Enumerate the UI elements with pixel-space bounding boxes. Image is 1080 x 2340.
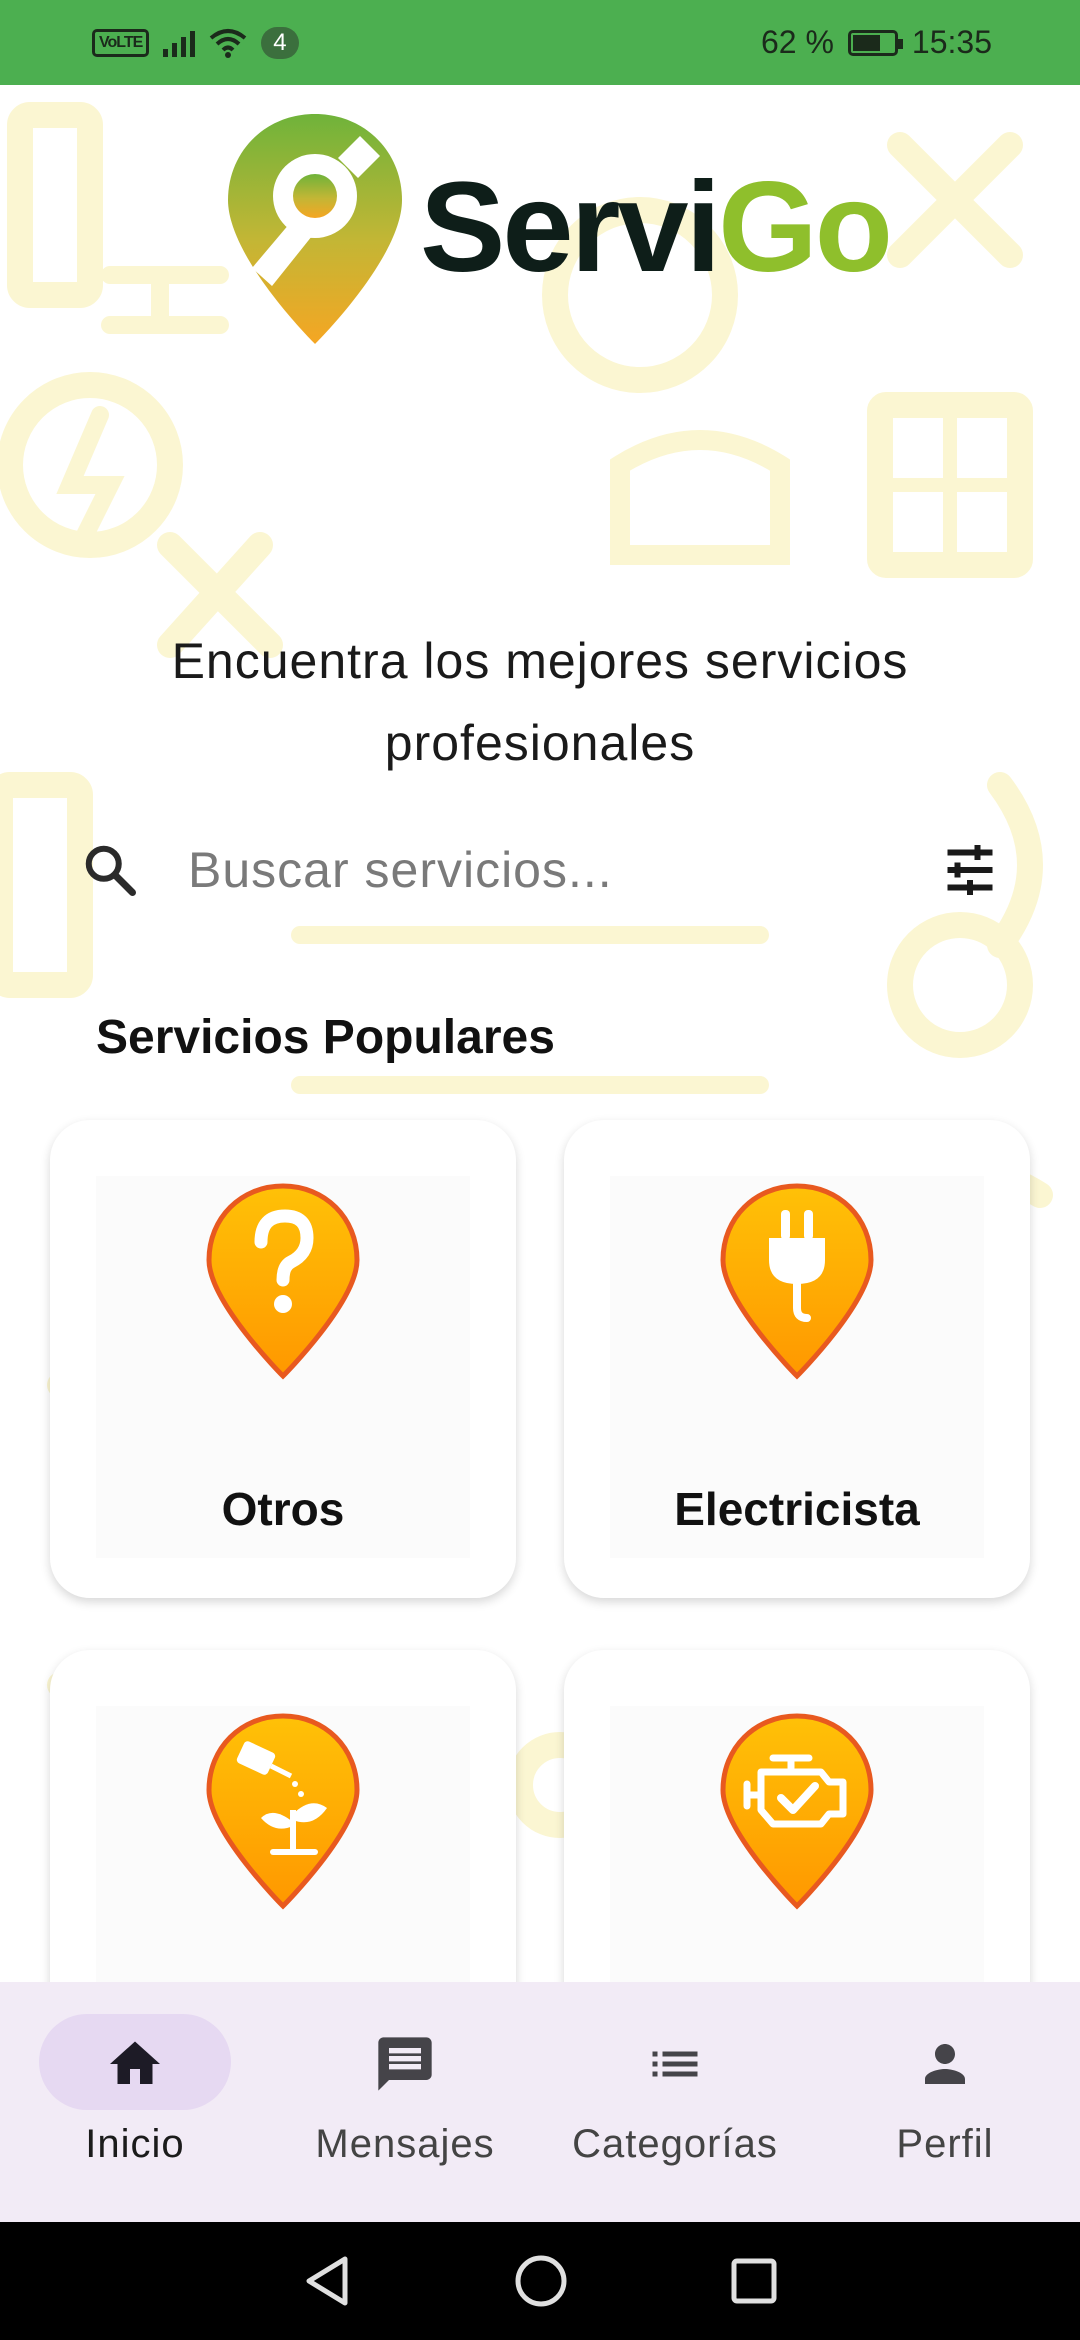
battery-percent: 62 % bbox=[760, 24, 834, 60]
engine-icon bbox=[720, 1713, 874, 1910]
status-bar: VoLTE 4 62 % 15:35 bbox=[0, 0, 1080, 85]
gardening-icon bbox=[206, 1713, 360, 1910]
service-card-electricista[interactable]: Electricista bbox=[564, 1120, 1030, 1598]
search-input[interactable] bbox=[188, 841, 828, 899]
nav-label: Mensajes bbox=[315, 2122, 495, 2166]
nav-item-perfil[interactable]: Perfil bbox=[810, 1982, 1080, 2222]
nav-label: Perfil bbox=[896, 2122, 994, 2166]
servigo-logo: ServiGo bbox=[220, 108, 893, 348]
service-card-label: Electricista bbox=[674, 1483, 920, 1535]
message-icon bbox=[378, 2037, 432, 2091]
wifi-icon bbox=[210, 28, 247, 58]
wifi-count-badge: 4 bbox=[261, 26, 299, 59]
list-icon bbox=[652, 2051, 698, 2077]
service-card-otros[interactable]: Otros bbox=[50, 1120, 516, 1598]
home-circle-icon[interactable] bbox=[513, 2253, 569, 2309]
search-bar[interactable] bbox=[80, 820, 1000, 920]
brand-name-part2: Go bbox=[718, 156, 893, 299]
nav-item-inicio[interactable]: Inicio bbox=[0, 1982, 270, 2222]
person-icon bbox=[925, 2044, 965, 2084]
home-icon bbox=[110, 2041, 160, 2084]
service-card-label: Otros bbox=[221, 1483, 345, 1535]
headline: Encuentra los mejores servicios profesio… bbox=[171, 633, 909, 771]
plug-icon bbox=[720, 1183, 874, 1380]
popular-services-title: Servicios Populares bbox=[96, 1011, 555, 1064]
search-icon bbox=[85, 845, 136, 896]
nav-label: Categorías bbox=[572, 2122, 778, 2166]
battery-icon bbox=[847, 29, 903, 56]
bottom-navigation: Inicio Mensajes Categorías Perfil bbox=[0, 1982, 1080, 2222]
nav-label: Inicio bbox=[85, 2122, 185, 2166]
signal-icon bbox=[163, 29, 196, 57]
brand-name: ServiGo bbox=[420, 164, 893, 292]
question-icon bbox=[206, 1183, 360, 1380]
clock: 15:35 bbox=[911, 24, 992, 60]
filter-button[interactable] bbox=[940, 840, 1000, 905]
recents-icon[interactable] bbox=[729, 2256, 779, 2306]
back-icon[interactable] bbox=[301, 2253, 353, 2309]
nav-item-mensajes[interactable]: Mensajes bbox=[270, 1982, 540, 2222]
nav-item-categorias[interactable]: Categorías bbox=[540, 1982, 810, 2222]
tune-icon bbox=[947, 845, 993, 895]
brand-name-part1: Servi bbox=[420, 156, 721, 299]
system-navigation-bar bbox=[0, 2222, 1080, 2340]
volte-badge: VoLTE bbox=[92, 28, 150, 57]
wrench-pin-logo-icon bbox=[228, 114, 402, 344]
